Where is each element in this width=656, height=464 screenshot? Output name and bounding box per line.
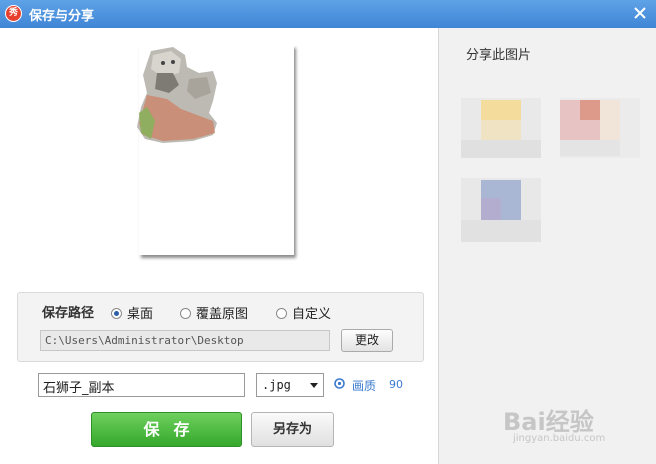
radio-custom[interactable]: 自定义 (276, 303, 331, 322)
share-title: 分享此图片 (466, 48, 532, 63)
save-path-label: 保存路径 (42, 306, 95, 321)
share-target-3[interactable] (461, 178, 541, 242)
window-title: 保存与分享 (29, 9, 95, 24)
app-logo-icon: 秀 (5, 5, 22, 22)
radio-desktop[interactable]: 桌面 (111, 303, 153, 322)
quality-value: 90 (389, 378, 403, 391)
image-preview (137, 45, 294, 255)
format-value: .jpg (262, 378, 291, 392)
stone-lion-image (137, 47, 217, 143)
save-as-button[interactable]: 另存为 (251, 412, 334, 447)
radio-overwrite-original[interactable]: 覆盖原图 (180, 303, 248, 322)
share-panel: 分享此图片 (438, 28, 656, 464)
radio-label: 自定义 (292, 307, 332, 322)
save-button[interactable]: 保存 (91, 412, 242, 447)
filename-input[interactable]: 石狮子_副本 (38, 373, 245, 397)
close-icon[interactable] (632, 5, 648, 21)
save-path-field[interactable]: C:\Users\Administrator\Desktop (40, 330, 330, 351)
quality-link[interactable]: 画质 (352, 377, 376, 394)
radio-label: 覆盖原图 (196, 307, 249, 322)
watermark-url: jingyan.baidu.com (513, 433, 606, 444)
chevron-down-icon (310, 383, 318, 388)
watermark-logo: Bai经验 (503, 408, 594, 436)
share-target-1[interactable] (461, 98, 541, 158)
gear-icon[interactable] (334, 378, 345, 389)
share-target-2[interactable] (560, 98, 640, 158)
radio-button[interactable] (276, 308, 287, 319)
save-path-panel: 保存路径 桌面 覆盖原图 自定义 C:\Users\Administrator\… (17, 292, 424, 362)
radio-label: 桌面 (127, 307, 154, 322)
radio-button-selected[interactable] (111, 308, 122, 319)
radio-button[interactable] (180, 308, 191, 319)
format-dropdown[interactable]: .jpg (256, 373, 324, 397)
title-bar: 秀 保存与分享 (0, 0, 656, 28)
change-path-button[interactable]: 更改 (341, 329, 393, 352)
